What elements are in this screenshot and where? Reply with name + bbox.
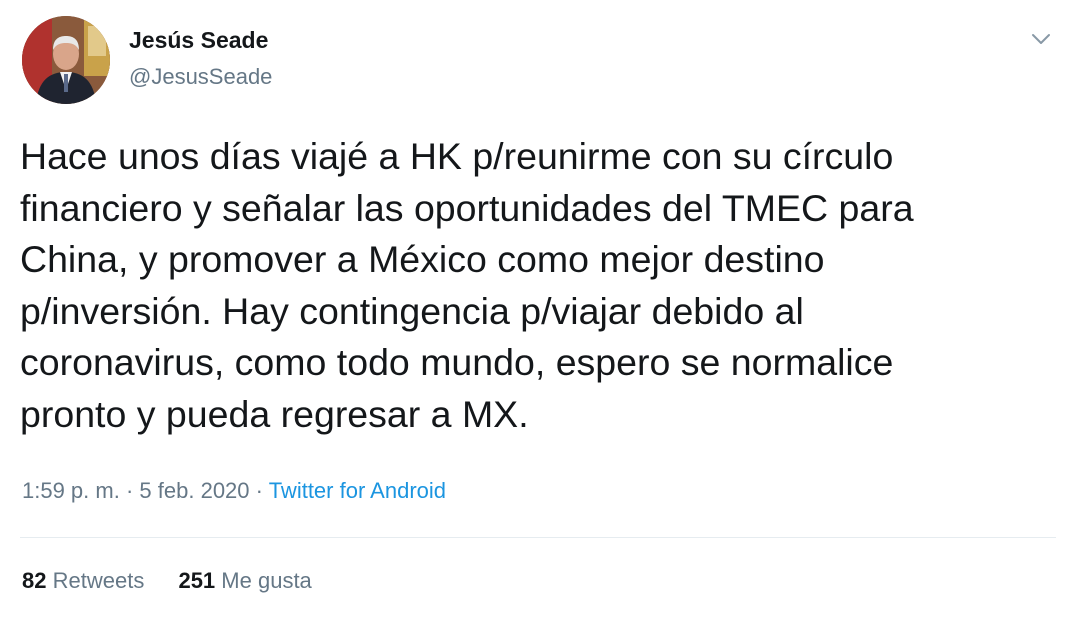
tweet-date[interactable]: 5 feb. 2020	[139, 478, 249, 503]
avatar[interactable]	[22, 16, 110, 104]
tweet-card: Jesús Seade @JesusSeade Hace unos días v…	[0, 0, 1082, 620]
divider	[20, 537, 1056, 538]
retweets-label: Retweets	[52, 568, 145, 593]
author-name[interactable]: Jesús Seade	[129, 27, 268, 54]
likes-label: Me gusta	[221, 568, 312, 593]
tweet-meta: 1:59 p. m. · 5 feb. 2020 · Twitter for A…	[22, 478, 446, 504]
likes-stat[interactable]: 251 Me gusta	[178, 568, 311, 593]
author-handle[interactable]: @JesusSeade	[129, 64, 272, 90]
avatar-image	[22, 16, 110, 104]
chevron-down-icon[interactable]	[1028, 26, 1054, 52]
meta-separator: ·	[125, 478, 134, 503]
meta-separator: ·	[255, 478, 263, 503]
tweet-source-link[interactable]: Twitter for Android	[269, 478, 446, 503]
tweet-time[interactable]: 1:59 p. m.	[22, 478, 120, 503]
tweet-text: Hace unos días viajé a HK p/reunirme con…	[20, 135, 914, 435]
retweets-count: 82	[22, 568, 47, 593]
likes-count: 251	[178, 568, 216, 593]
tweet-stats: 82 Retweets 251 Me gusta	[22, 568, 340, 594]
retweets-stat[interactable]: 82 Retweets	[22, 568, 150, 593]
